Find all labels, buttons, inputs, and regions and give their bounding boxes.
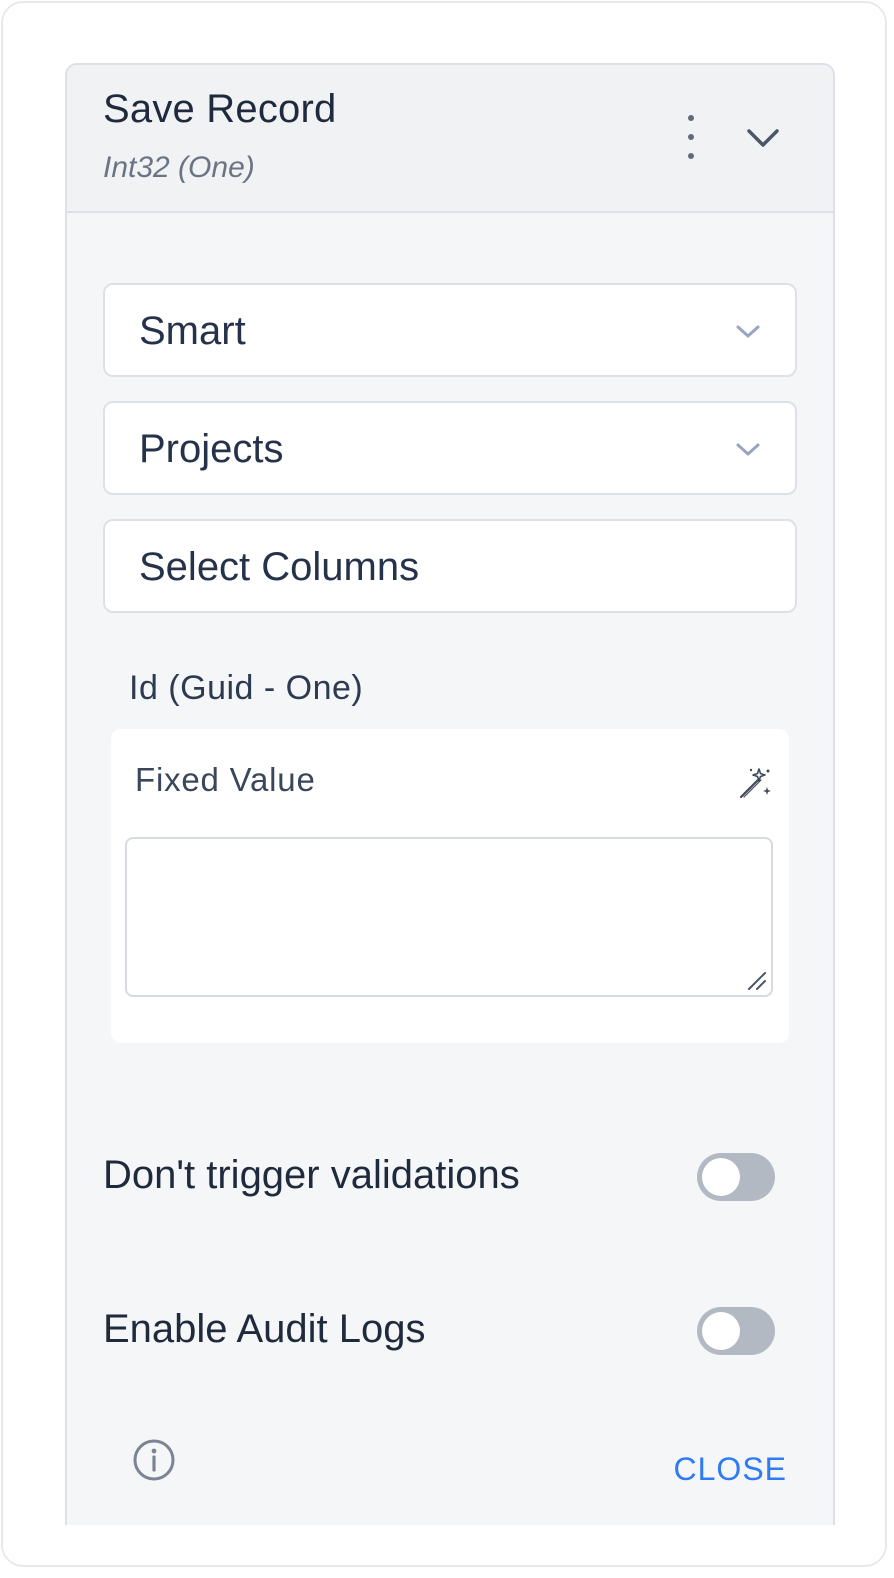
- chevron-down-icon[interactable]: [743, 117, 783, 157]
- select-columns-label: Select Columns: [139, 545, 420, 589]
- save-record-panel: Save Record Int32 (One) Smart Projects S…: [65, 63, 835, 1525]
- field-label-id: Id (Guid - One): [129, 669, 364, 707]
- panel-subtitle: Int32 (One): [103, 151, 255, 184]
- table-select-value: Projects: [139, 427, 284, 471]
- chevron-down-icon: [736, 443, 760, 456]
- window-frame: Save Record Int32 (One) Smart Projects S…: [1, 1, 887, 1567]
- panel-title: Save Record: [103, 87, 337, 131]
- resize-handle-icon[interactable]: [745, 969, 767, 991]
- info-icon[interactable]: [131, 1437, 177, 1483]
- enable-audit-logs-toggle[interactable]: [697, 1307, 775, 1355]
- chevron-down-icon: [736, 325, 760, 338]
- magic-wand-icon[interactable]: [737, 765, 773, 801]
- panel-header[interactable]: Save Record Int32 (One): [67, 65, 833, 213]
- dont-trigger-validations-label: Don't trigger validations: [103, 1153, 520, 1197]
- enable-audit-logs-label: Enable Audit Logs: [103, 1307, 426, 1351]
- vertical-dots-icon[interactable]: [673, 115, 709, 159]
- select-columns-button[interactable]: Select Columns: [103, 519, 797, 613]
- field-value-card: Fixed Value: [111, 729, 789, 1043]
- mode-select-value: Smart: [139, 309, 246, 353]
- fixed-value-label: Fixed Value: [135, 761, 316, 798]
- toggle-knob: [702, 1158, 740, 1196]
- close-button[interactable]: CLOSE: [674, 1451, 787, 1488]
- table-select[interactable]: Projects: [103, 401, 797, 495]
- fixed-value-textarea[interactable]: [125, 837, 773, 997]
- mode-select[interactable]: Smart: [103, 283, 797, 377]
- toggle-knob: [702, 1312, 740, 1350]
- dont-trigger-validations-toggle[interactable]: [697, 1153, 775, 1201]
